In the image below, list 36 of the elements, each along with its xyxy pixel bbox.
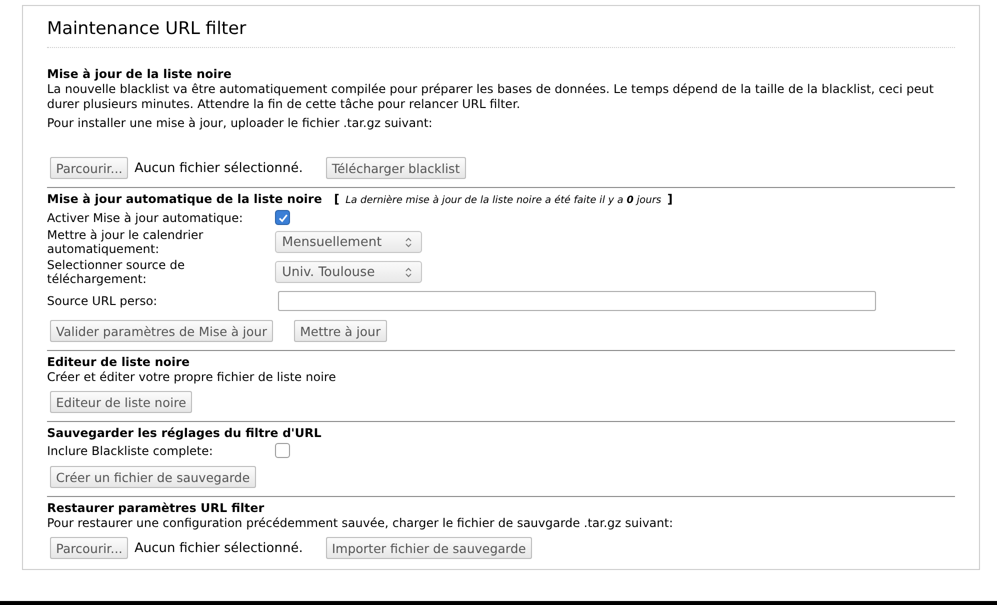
up-down-arrows-icon xyxy=(405,266,412,278)
browse-button[interactable]: Parcourir... xyxy=(50,537,128,559)
section-heading: Sauvegarder les réglages du filtre d'URL xyxy=(47,426,322,441)
note-bracket: ] xyxy=(667,192,673,207)
checkbox[interactable] xyxy=(275,210,290,225)
section-heading: Restaurer paramètres URL filter xyxy=(47,501,264,516)
description-text: Pour installer une mise à jour, uploader le fichier .tar.gz suivant: xyxy=(47,116,434,131)
file-status-text: Aucun fichier sélectionné. xyxy=(134,540,303,556)
dropdown-select[interactable]: Mensuellement xyxy=(275,231,422,253)
field-label: Source URL perso: xyxy=(47,294,158,308)
url-input-field[interactable] xyxy=(278,290,876,310)
action-button[interactable]: Editeur de liste noire xyxy=(50,391,192,413)
last-update-note: La dernière mise à jour de la liste noire a été faite il y a 0 jours xyxy=(345,194,662,208)
section-heading: Mise à jour de la liste noire xyxy=(47,67,232,82)
action-button[interactable]: Mettre à jour xyxy=(294,320,387,342)
field-label: Inclure Blackliste complete: xyxy=(47,444,214,458)
check-icon xyxy=(276,212,288,224)
description-text: Pour restaurer une configuration précédemment sauvée, charger le fichier de sauvgarde .tar.gz suivant: xyxy=(47,516,674,531)
browse-button[interactable]: Parcourir... xyxy=(50,157,128,179)
page-title: Maintenance URL filter xyxy=(47,16,955,48)
file-status-text: Aucun fichier sélectionné. xyxy=(134,160,303,176)
action-button[interactable]: Importer fichier de sauvegarde xyxy=(326,537,532,559)
description-text: Créer et éditer votre propre fichier de liste noire xyxy=(47,370,337,385)
field-label: Activer Mise à jour automatique: xyxy=(47,210,244,224)
up-down-arrows-icon xyxy=(405,236,412,248)
action-button[interactable]: Valider paramètres de Mise à jour xyxy=(50,320,273,342)
section-heading: Editeur de liste noire xyxy=(47,355,190,370)
field-label: Selectionner source de téléchargement: xyxy=(47,258,186,286)
description-text: La nouvelle blacklist va être automatiquement compilée pour préparer les bases de données. Le temps dépend de la taille de la blacklist, ceci peut durer plusieurs minutes. Attendre la fin de cette tâche pour relancer URL filter. xyxy=(47,82,935,112)
checkbox[interactable] xyxy=(275,443,290,458)
action-button[interactable]: Créer un fichier de sauvegarde xyxy=(50,466,256,488)
note-bracket: [ xyxy=(334,192,340,207)
field-label: Mettre à jour le calendrier automatiquement: xyxy=(47,228,204,256)
section-heading: Mise à jour automatique de la liste noire xyxy=(47,192,322,207)
action-button[interactable]: Télécharger blacklist xyxy=(326,157,466,179)
dropdown-select[interactable]: Univ. Toulouse xyxy=(275,261,422,283)
